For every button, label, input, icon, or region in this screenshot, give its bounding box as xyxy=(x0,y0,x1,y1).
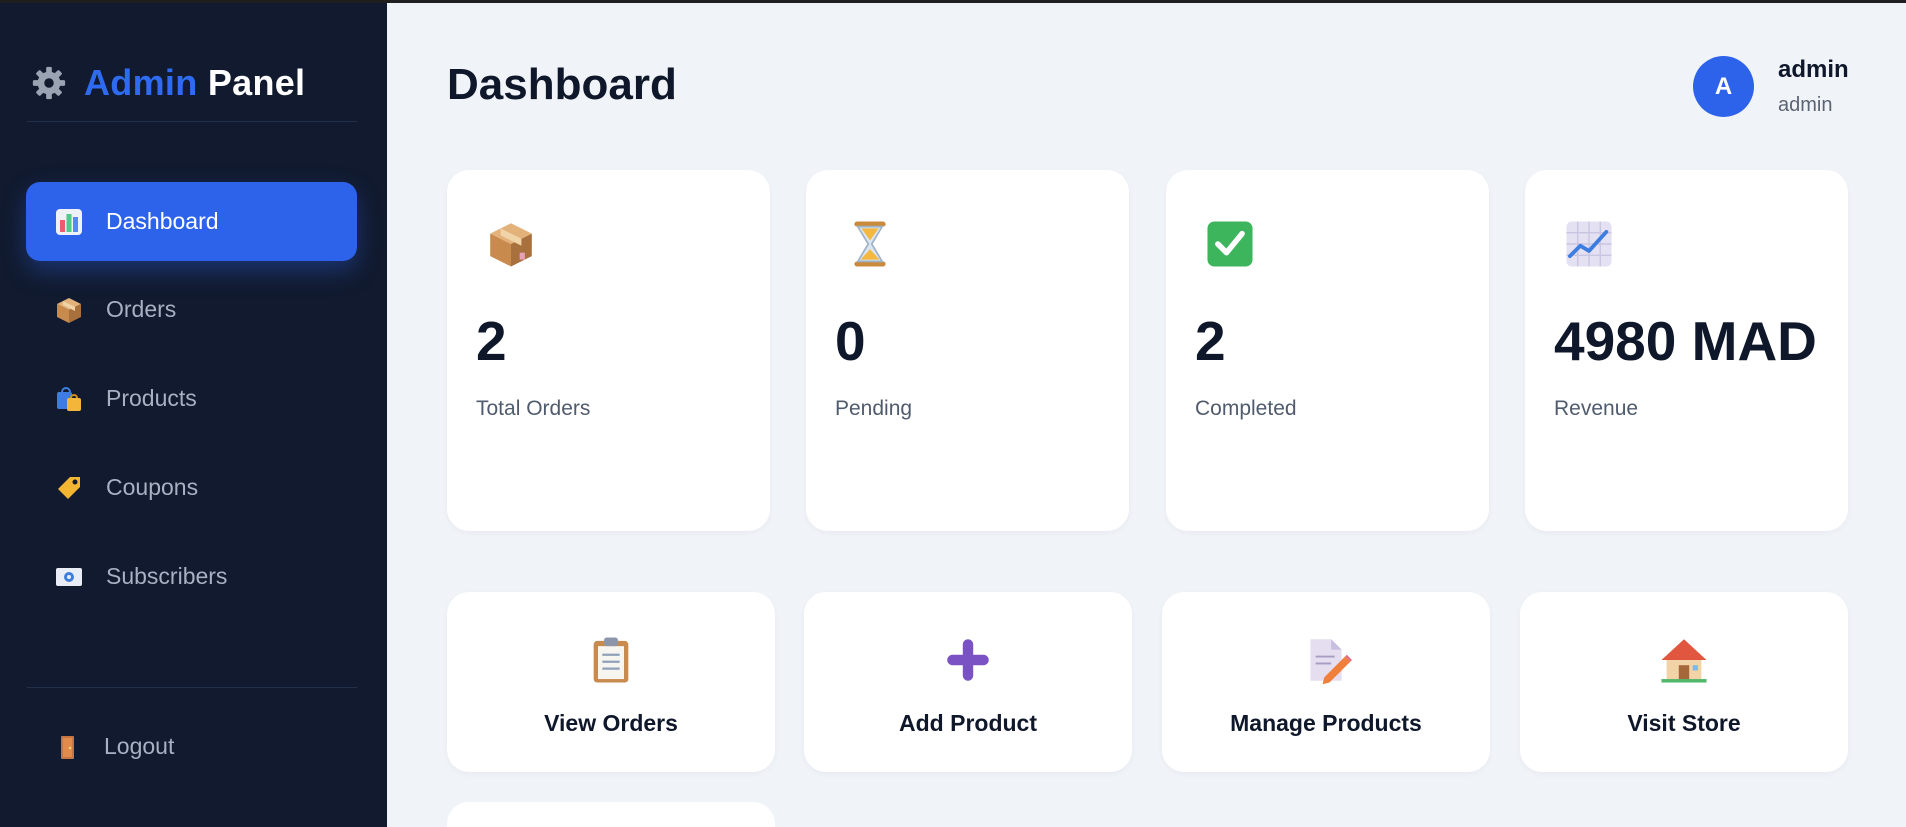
house-icon xyxy=(1661,639,1707,683)
stat-number: 4980 MAD xyxy=(1554,310,1817,372)
package-icon xyxy=(490,223,532,267)
stat-label: Completed xyxy=(1195,397,1297,420)
sidebar-item-label: Dashboard xyxy=(106,208,219,234)
stat-number: 2 xyxy=(476,310,507,372)
stat-value: 0 Pending xyxy=(835,298,1115,422)
brand-logo[interactable]: Admin Panel xyxy=(30,58,305,108)
stat-card-pending: 0 Pending xyxy=(806,170,1129,531)
sidebar-divider-bottom xyxy=(27,687,357,688)
logout-label: Logout xyxy=(104,733,175,759)
sidebar-item-products[interactable]: Products xyxy=(26,359,357,438)
window-top-border xyxy=(0,0,1906,3)
edit-document-icon xyxy=(1310,639,1352,685)
action-label: Add Product xyxy=(899,710,1037,736)
stat-number: 0 xyxy=(835,310,866,372)
sidebar-item-label: Products xyxy=(106,385,197,411)
sidebar-item-label: Subscribers xyxy=(106,563,228,589)
sidebar-item-dashboard[interactable]: Dashboard xyxy=(26,182,357,261)
action-label: View Orders xyxy=(544,710,678,736)
page-title: Dashboard xyxy=(447,60,677,109)
sidebar-item-coupons[interactable]: Coupons xyxy=(26,448,357,527)
gear-icon xyxy=(32,66,66,100)
sidebar-item-subscribers[interactable]: Subscribers xyxy=(26,537,357,616)
action-label: Visit Store xyxy=(1627,710,1741,736)
user-profile[interactable]: A admin admin xyxy=(1693,56,1849,117)
view-orders-button[interactable]: View Orders xyxy=(447,592,775,772)
tag-icon xyxy=(58,476,80,499)
add-product-button[interactable]: Add Product xyxy=(804,592,1132,772)
sidebar-item-label: Coupons xyxy=(106,474,199,500)
stat-card-completed: 2 Completed xyxy=(1166,170,1489,531)
user-info: admin admin xyxy=(1778,56,1849,117)
stat-number: 2 xyxy=(1195,310,1226,372)
brand-title: Admin Panel xyxy=(84,62,305,104)
sidebar: Admin Panel Dashboard Orders Products Co… xyxy=(0,0,387,827)
plus-icon xyxy=(947,639,989,681)
brand-word-admin: Admin xyxy=(84,62,198,103)
stat-card-revenue: 4980 MAD Revenue xyxy=(1525,170,1848,531)
check-icon xyxy=(1207,221,1253,267)
shopping-bags-icon xyxy=(57,386,81,411)
stat-label: Pending xyxy=(835,397,913,420)
clipboard-icon xyxy=(593,637,629,683)
user-role: admin xyxy=(1778,94,1833,116)
brand-word-panel: Panel xyxy=(207,62,306,103)
bar-chart-icon xyxy=(56,208,82,235)
user-name: admin xyxy=(1778,56,1849,83)
sidebar-item-label: Orders xyxy=(106,296,177,322)
sidebar-divider-top xyxy=(27,121,357,122)
action-label: Manage Products xyxy=(1230,710,1422,736)
hourglass-icon xyxy=(854,221,886,267)
visit-store-button[interactable]: Visit Store xyxy=(1520,592,1848,772)
stat-value: 2 Total Orders xyxy=(476,298,756,422)
manage-products-button[interactable]: Manage Products xyxy=(1162,592,1490,772)
sidebar-item-orders[interactable]: Orders xyxy=(26,270,357,349)
door-icon xyxy=(61,735,74,759)
stat-value: 2 Completed xyxy=(1195,298,1475,422)
package-icon xyxy=(57,297,81,323)
stat-label: Revenue xyxy=(1554,397,1639,420)
stat-label: Total Orders xyxy=(476,397,591,420)
envelope-icon xyxy=(56,567,82,586)
trend-chart-icon xyxy=(1566,221,1612,267)
action-card-partial[interactable] xyxy=(447,802,775,827)
logout-button[interactable]: Logout xyxy=(26,707,357,786)
stat-value: 4980 MAD Revenue xyxy=(1554,298,1834,422)
avatar[interactable]: A xyxy=(1693,56,1754,117)
stat-card-total-orders: 2 Total Orders xyxy=(447,170,770,531)
